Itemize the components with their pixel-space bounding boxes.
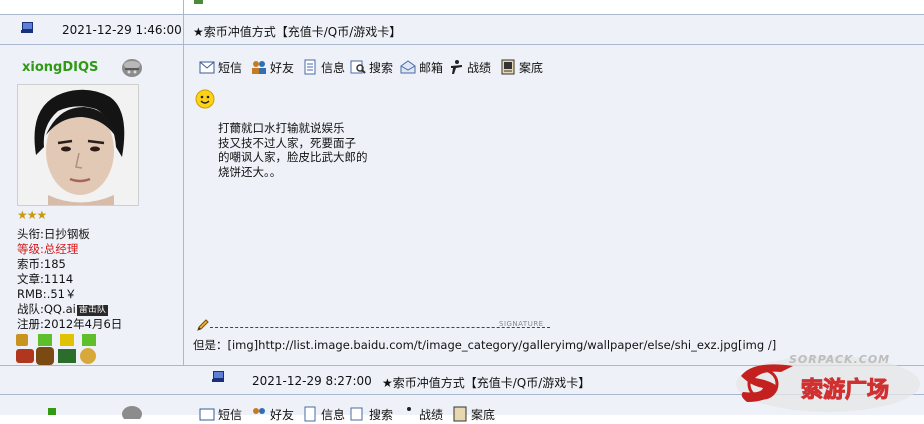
toolbar-record-file[interactable]: 案底 <box>500 57 543 77</box>
user-rank: 头衔:日抄钢板 <box>17 227 90 241</box>
toolbar-search[interactable]: 搜索 <box>350 57 393 77</box>
watermark-text-bottom: 索游广场 <box>800 378 890 404</box>
medal-icons-row2 <box>16 347 100 365</box>
online-status-icon <box>122 406 142 419</box>
medal-icon <box>58 349 76 363</box>
toolbar-search[interactable]: 搜索 <box>350 404 393 424</box>
medal-icon <box>16 334 28 346</box>
toolbar-info[interactable]: 信息 <box>302 57 345 77</box>
mail-icon <box>400 60 416 74</box>
post1-title[interactable]: ★索币冲值方式【充值卡/Q币/游戏卡】 <box>193 23 401 40</box>
post-fragment-icon <box>194 0 203 4</box>
file-record-icon <box>501 59 515 75</box>
avatar[interactable] <box>17 84 139 206</box>
user-coins: 索币:185 <box>17 257 66 271</box>
medal-icon <box>80 348 96 364</box>
post-body-line: 技又技不过人家，死要面子 <box>218 135 356 150</box>
post1-body: 打薾就口水打输就说娱乐 技又技不过人家，死要面子 的嘲讽人家，脸皮比武大郎的 烧… <box>218 121 368 179</box>
post2-username-fragment <box>48 408 56 415</box>
medal-icon <box>82 334 96 346</box>
toolbar-friends[interactable]: 好友 <box>251 57 294 77</box>
computer-icon <box>212 371 224 382</box>
medal-icon <box>60 334 74 346</box>
info-icon <box>304 59 316 75</box>
search-icon <box>350 407 363 421</box>
post1-content-area <box>184 45 924 365</box>
toolbar-message[interactable]: 短信 <box>199 57 242 77</box>
star-icon: ★ <box>17 208 28 222</box>
watermark-text-top: SORPACK.COM <box>789 353 891 366</box>
post-body-line: 烧饼还大。。 <box>218 164 282 179</box>
post1-signature: 但是：[img]http://list.image.baidu.com/t/im… <box>193 338 777 352</box>
file-record-icon <box>453 406 467 422</box>
search-icon <box>350 60 366 74</box>
post-body-line: 打薾就口水打输就说娱乐 <box>218 121 345 135</box>
star-icon: ★ <box>36 208 48 222</box>
smiley-icon <box>195 89 215 109</box>
rank-stars: ★★★ <box>17 208 48 222</box>
toolbar-friends[interactable]: 好友 <box>251 404 294 424</box>
toolbar-record-file[interactable]: 案底 <box>452 404 495 424</box>
message-icon <box>199 61 215 74</box>
info-icon <box>304 406 316 422</box>
medal-icon <box>16 349 34 363</box>
toolbar-message[interactable]: 短信 <box>199 404 242 424</box>
medal-icons-row1 <box>16 334 100 348</box>
pencil-icon <box>197 319 209 331</box>
friends-icon <box>253 408 265 414</box>
soldier-icon <box>451 60 462 74</box>
medal-icon <box>36 347 54 365</box>
toolbar-record[interactable]: 战绩 <box>448 57 491 77</box>
user-level: 等级:总经理 <box>17 242 79 256</box>
toolbar-record[interactable]: 战绩 <box>400 404 443 424</box>
signature-label: SIGNATURE <box>499 320 544 328</box>
medal-icon <box>38 334 52 346</box>
user-team: 战队:QQ.ai 雷击队 <box>17 302 108 316</box>
post2-title[interactable]: ★索币冲值方式【充值卡/Q币/游戏卡】 <box>382 374 590 391</box>
site-watermark-logo: SORPACK.COM 索游广场 <box>733 346 924 415</box>
team-badge[interactable]: 雷击队 <box>76 305 108 316</box>
toolbar-info[interactable]: 信息 <box>302 404 345 424</box>
user-register-date: 注册:2012年4月6日 <box>17 317 123 331</box>
post-body-line: 的嘲讽人家，脸皮比武大郎的 <box>218 150 368 164</box>
post2-date: 2021-12-29 8:27:00 <box>252 374 372 388</box>
soldier-icon <box>407 407 411 411</box>
online-status-icon <box>122 59 142 77</box>
toolbar-mail[interactable]: 邮箱 <box>400 57 443 77</box>
user-rmb: RMB:.51￥ <box>17 287 77 301</box>
star-icon: ★ <box>26 208 38 222</box>
user-posts: 文章:1114 <box>17 272 74 286</box>
message-icon <box>199 408 215 421</box>
computer-icon <box>21 22 33 33</box>
post1-date: 2021-12-29 1:46:00 <box>62 23 182 37</box>
friends-icon <box>252 61 266 74</box>
post1-username[interactable]: xiongDIQS <box>22 60 98 75</box>
